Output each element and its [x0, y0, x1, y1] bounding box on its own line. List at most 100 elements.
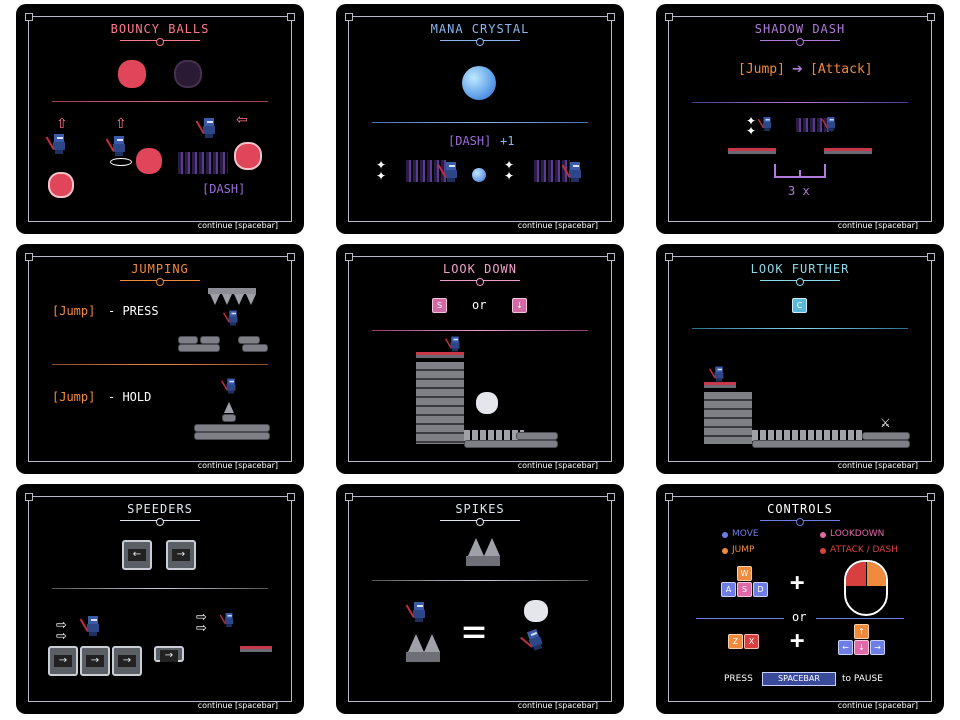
- spike-icon: [424, 634, 440, 652]
- card-mana-crystal: MANA CRYSTAL [DASH] +1 ✦ ✦ ✦ ✦ continue [s…: [336, 4, 624, 234]
- title-ornament: [120, 38, 200, 46]
- continue-prompt[interactable]: continue [spacebar]: [838, 701, 918, 710]
- dash-label: [DASH]: [448, 134, 492, 148]
- lookdown-dot-icon: [820, 532, 826, 538]
- spike-icon: [222, 294, 232, 305]
- legend-jump: JUMP: [732, 545, 755, 555]
- separator-left: [696, 618, 784, 619]
- dash-trail-icon: [178, 152, 228, 174]
- separator: [372, 122, 588, 123]
- legend-attack-dash: ATTACK / DASH: [830, 545, 898, 555]
- key-left-arrow: ←: [838, 640, 853, 655]
- player-icon: [405, 602, 426, 622]
- or-label: or: [472, 298, 487, 312]
- card-title: LOOK DOWN: [442, 262, 518, 276]
- speed-arrows-icon: ⇨ ⇨: [56, 618, 67, 644]
- continue-prompt[interactable]: continue [spacebar]: [518, 221, 598, 230]
- player-icon: [444, 336, 461, 352]
- jump-press-text: - PRESS: [108, 304, 159, 318]
- sparkle-icon: ✦ ✦: [376, 158, 387, 183]
- player-icon: [79, 616, 100, 636]
- continue-prompt[interactable]: continue [spacebar]: [198, 221, 278, 230]
- brick: [752, 440, 910, 448]
- title-ornament: [120, 278, 200, 286]
- continue-prompt[interactable]: continue [spacebar]: [838, 221, 918, 230]
- platform: [416, 352, 464, 358]
- key-a: A: [721, 582, 736, 597]
- card-frame: [345, 493, 615, 702]
- spike-icon: [224, 402, 234, 413]
- brick: [464, 440, 558, 448]
- brick: [194, 424, 270, 432]
- continue-prompt[interactable]: continue [spacebar]: [838, 461, 918, 470]
- card-title: MANA CRYSTAL: [430, 22, 530, 36]
- key-s: S: [432, 298, 447, 313]
- times-label: 3 x: [788, 184, 810, 198]
- speeder-right-icon: →: [112, 646, 142, 676]
- player-icon: [437, 162, 458, 182]
- continue-prompt[interactable]: continue [spacebar]: [198, 461, 278, 470]
- red-ball-icon: [118, 60, 146, 88]
- platform-left: [728, 148, 776, 154]
- brick: [178, 344, 220, 352]
- mouse-left-button: [846, 562, 866, 586]
- spike-base: [466, 556, 500, 566]
- card-title: SHADOW DASH: [754, 22, 846, 36]
- title-ornament: [440, 38, 520, 46]
- brick-tower: [416, 362, 464, 444]
- move-dot-icon: [722, 532, 728, 538]
- attack-key-label: [Attack]: [810, 62, 873, 77]
- card-title: CONTROLS: [767, 502, 833, 516]
- spike-icon: [408, 634, 424, 652]
- skull-icon: [524, 600, 548, 622]
- key-down-arrow: ↓: [512, 298, 527, 313]
- platform: [240, 646, 272, 652]
- card-frame: [345, 13, 615, 222]
- speeder-left-icon: ←: [122, 540, 152, 570]
- red-ball-icon: [234, 142, 262, 170]
- jump-press-key: [Jump]: [52, 304, 96, 318]
- goal-sword-icon: ⚔: [880, 416, 891, 430]
- card-title: LOOK FURTHER: [750, 262, 850, 276]
- separator-right: [816, 618, 904, 619]
- key-c: C: [792, 298, 807, 313]
- player-icon: [195, 118, 216, 138]
- continue-prompt[interactable]: continue [spacebar]: [518, 461, 598, 470]
- spacebar-key[interactable]: SPACEBAR: [762, 672, 836, 686]
- key-z: Z: [728, 634, 743, 649]
- player-icon: [821, 117, 836, 131]
- jump-hold-key: [Jump]: [52, 390, 96, 404]
- separator: [372, 330, 588, 331]
- separator: [52, 101, 268, 102]
- spike-icon: [234, 294, 244, 305]
- platform: [704, 382, 736, 388]
- speeder-right-icon: →: [80, 646, 110, 676]
- key-w: W: [737, 566, 752, 581]
- player-icon: [561, 162, 582, 182]
- key-down-arrow: ↓: [854, 640, 869, 655]
- red-ball-icon: [48, 172, 74, 198]
- red-ball-icon: [136, 148, 162, 174]
- jump-key-label: [Jump]: [738, 62, 785, 77]
- card-speeders: SPEEDERS ← → ⇨ ⇨ → → → → ⇨ ⇨ continue [spa…: [16, 484, 304, 714]
- card-title: JUMPING: [131, 262, 189, 276]
- player-icon: [220, 378, 237, 394]
- or-label: or: [792, 610, 807, 624]
- sparkle-icon: ✦ ✦: [504, 158, 515, 183]
- bounce-ring-icon: [110, 158, 132, 166]
- speeder-small-icon: →: [154, 646, 184, 662]
- separator: [52, 588, 268, 589]
- spike-icon: [210, 294, 220, 305]
- continue-prompt[interactable]: continue [spacebar]: [198, 701, 278, 710]
- title-ornament: [760, 518, 840, 526]
- player-icon: [105, 136, 126, 156]
- speeder-right-icon: →: [166, 540, 196, 570]
- up-arrow-icon: ⇧: [115, 116, 127, 132]
- jump-dot-icon: [722, 548, 728, 554]
- mana-crystal-icon: [462, 66, 496, 100]
- spike-icon: [484, 538, 500, 556]
- up-arrow-icon: ⇧: [56, 116, 68, 132]
- continue-prompt[interactable]: continue [spacebar]: [518, 701, 598, 710]
- card-title: SPEEDERS: [127, 502, 193, 516]
- pause-label: to PAUSE: [842, 674, 883, 684]
